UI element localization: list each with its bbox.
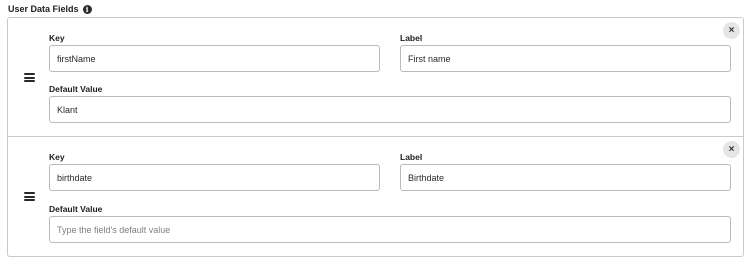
field-row: × Key Label Default Value [8, 137, 743, 256]
label-label: Label [400, 152, 423, 162]
user-data-fields-list: × Key Label Default Value × Key Label De… [7, 17, 744, 257]
default-value-input[interactable] [49, 216, 731, 243]
drag-handle-icon[interactable] [24, 73, 35, 82]
remove-field-button[interactable]: × [723, 22, 740, 39]
key-input[interactable] [49, 164, 380, 191]
field-row: × Key Label Default Value [8, 18, 743, 137]
label-label: Label [400, 33, 423, 43]
label-input[interactable] [400, 45, 731, 72]
section-title: User Data Fields [8, 4, 79, 14]
label-input[interactable] [400, 164, 731, 191]
section-header: User Data Fields i [8, 3, 92, 15]
remove-field-button[interactable]: × [723, 141, 740, 158]
default-value-label: Default Value [49, 204, 103, 214]
key-label: Key [49, 152, 65, 162]
key-label: Key [49, 33, 65, 43]
default-value-input[interactable] [49, 96, 731, 123]
default-value-label: Default Value [49, 84, 103, 94]
drag-handle-icon[interactable] [24, 192, 35, 201]
info-icon[interactable]: i [82, 4, 92, 14]
key-input[interactable] [49, 45, 380, 72]
